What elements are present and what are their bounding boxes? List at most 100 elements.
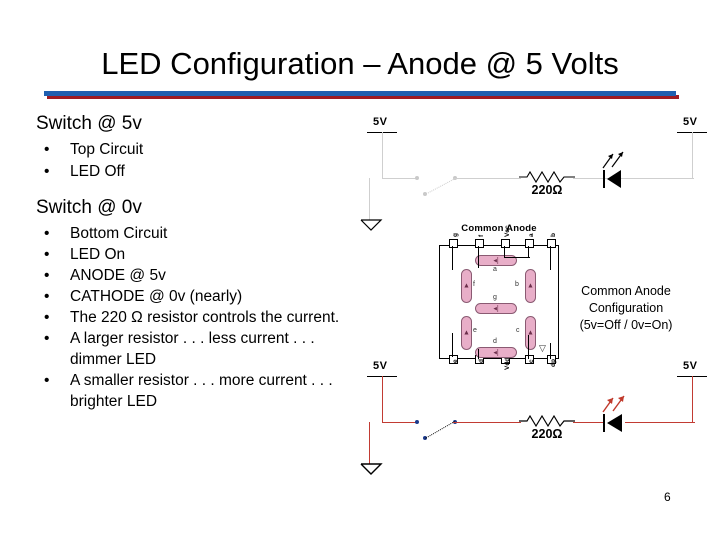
list-item-label: A larger resistor . . . less current . .… bbox=[70, 330, 315, 368]
trace-vcc-h bbox=[504, 257, 530, 258]
bottom-switch-node-left bbox=[415, 420, 419, 424]
bullet-list-switch-5v: • Top Circuit • LED Off bbox=[30, 139, 370, 182]
bottom-supply-left-label: 5V bbox=[373, 360, 388, 372]
trace-vcc bbox=[504, 246, 505, 257]
bottom-resistor-label: 220Ω bbox=[531, 427, 563, 441]
pin-label-d: d bbox=[478, 359, 485, 363]
content-text-column: Switch @ 5v • Top Circuit • LED Off Swit… bbox=[30, 112, 370, 412]
slide-canvas: LED Configuration – Anode @ 5 Volts Swit… bbox=[0, 0, 720, 540]
top-supply-right-label: 5V bbox=[683, 116, 698, 128]
segment-e-label: e bbox=[473, 327, 477, 334]
bullet-glyph: • bbox=[44, 246, 50, 263]
top-right-vertical-wire bbox=[692, 132, 693, 178]
top-resistor: 220Ω bbox=[519, 170, 575, 197]
bottom-resistor: 220Ω bbox=[519, 414, 575, 441]
caption-line-3: (5v=Off / 0v=On) bbox=[579, 318, 673, 332]
page-title-text: LED Configuration – Anode @ 5 Volts bbox=[101, 46, 619, 81]
bottom-switch[interactable] bbox=[415, 406, 465, 440]
top-left-vertical-wire bbox=[382, 132, 383, 178]
ground-symbol-top bbox=[359, 218, 383, 237]
emission-arrows-off-svg bbox=[602, 151, 624, 169]
bullet-glyph: • bbox=[44, 141, 50, 158]
bottom-right-vertical-wire bbox=[692, 376, 693, 422]
pin-label-f: f bbox=[478, 234, 485, 237]
pin-label-vdd: Vdd bbox=[504, 357, 511, 370]
segment-e-diode: ▲ bbox=[463, 329, 470, 337]
ground-symbol-bottom bbox=[359, 462, 383, 481]
heading-switch-0v: Switch @ 0v bbox=[36, 197, 142, 218]
slide-number: 6 bbox=[664, 490, 671, 504]
segment-g-diode: ◂| bbox=[493, 305, 499, 312]
pin-label-g: g bbox=[452, 233, 459, 237]
segment-f-label: f bbox=[473, 281, 475, 288]
trace-g bbox=[452, 246, 453, 270]
trace-a bbox=[528, 246, 529, 257]
list-item: • A larger resistor . . . less current .… bbox=[30, 328, 370, 370]
bullet-glyph: • bbox=[44, 372, 50, 389]
pin-label-b: b bbox=[550, 233, 557, 237]
segment-b-diode: ▲ bbox=[527, 282, 534, 290]
trace-f bbox=[478, 246, 479, 268]
title-divider-bar bbox=[44, 91, 676, 96]
segment-e: ▲ bbox=[461, 316, 472, 350]
ground-symbol-bottom-svg bbox=[360, 463, 383, 475]
top-resistor-label: 220Ω bbox=[531, 183, 563, 197]
pin-label-c: c bbox=[528, 359, 535, 363]
pin-label-e: e bbox=[452, 359, 459, 363]
trace-e bbox=[452, 333, 453, 357]
list-item-label: LED On bbox=[70, 246, 126, 263]
bottom-supply-right-label: 5V bbox=[683, 360, 698, 372]
list-item-label: A smaller resistor . . . more current . … bbox=[70, 372, 333, 410]
top-wire-to-switch bbox=[382, 178, 418, 179]
top-switch-open[interactable] bbox=[415, 162, 465, 196]
segment-a-diode: ◂| bbox=[493, 257, 499, 264]
pin-top-g bbox=[449, 239, 458, 248]
bottom-wire-led-to-rail bbox=[625, 422, 695, 423]
bullet-glyph: • bbox=[44, 330, 50, 347]
segment-b: ▲ bbox=[525, 269, 536, 303]
top-supply-left-label: 5V bbox=[373, 116, 388, 128]
title-divider bbox=[44, 91, 679, 99]
emission-arrows-on-svg bbox=[602, 395, 625, 413]
bottom-wire-switch-to-resistor bbox=[453, 422, 521, 423]
bullet-list-switch-0v: • Bottom Circuit • LED On • ANODE @ 5v •… bbox=[30, 223, 370, 412]
trace-c bbox=[528, 335, 529, 359]
segment-b-label: b bbox=[515, 281, 519, 288]
pin-top-b bbox=[547, 239, 556, 248]
bullet-glyph: • bbox=[44, 288, 50, 305]
bullet-glyph: • bbox=[44, 163, 50, 180]
segment-c-label: c bbox=[516, 327, 520, 334]
segment-d-diode: ◂| bbox=[493, 349, 499, 356]
pin-label-vcc: Vcc bbox=[504, 225, 511, 237]
segment-g: ◂| bbox=[475, 303, 517, 314]
top-switch-arm bbox=[425, 178, 454, 195]
ground-symbol-top-svg bbox=[360, 219, 383, 231]
segment-d-label: d bbox=[493, 338, 497, 345]
bullet-glyph: • bbox=[44, 225, 50, 242]
list-item-label: The 220 Ω resistor controls the current. bbox=[70, 309, 340, 326]
top-wire-switch-to-resistor bbox=[453, 178, 521, 179]
pin-top-vcc bbox=[501, 239, 510, 248]
segment-g-label: g bbox=[493, 294, 497, 301]
list-item: • The 220 Ω resistor controls the curren… bbox=[30, 307, 370, 328]
bottom-left-vertical-wire bbox=[382, 376, 383, 422]
bottom-switch-arm bbox=[425, 421, 455, 439]
bottom-wire-to-switch bbox=[382, 422, 418, 423]
list-item: • LED Off bbox=[30, 161, 370, 182]
list-item-label: Top Circuit bbox=[70, 141, 144, 158]
pin-label-dp: dp bbox=[550, 359, 557, 367]
configuration-caption: Common Anode Configuration (5v=Off / 0v=… bbox=[540, 283, 712, 334]
caption-line-1: Common Anode bbox=[581, 284, 671, 298]
heading-switch-5v: Switch @ 5v bbox=[36, 113, 142, 134]
top-ground-wire bbox=[369, 178, 370, 220]
list-item: • Bottom Circuit bbox=[30, 223, 370, 244]
pin-label-a: a bbox=[528, 233, 535, 237]
caption-line-2: Configuration bbox=[588, 301, 664, 315]
top-wire-resistor-to-pkg bbox=[573, 178, 599, 179]
bullet-glyph: • bbox=[44, 267, 50, 284]
list-item: • A smaller resistor . . . more current … bbox=[30, 370, 370, 412]
bullet-glyph: • bbox=[44, 309, 50, 326]
top-switch-node-left bbox=[415, 176, 419, 180]
segment-f: ▲ bbox=[461, 269, 472, 303]
list-item-label: Bottom Circuit bbox=[70, 225, 168, 242]
